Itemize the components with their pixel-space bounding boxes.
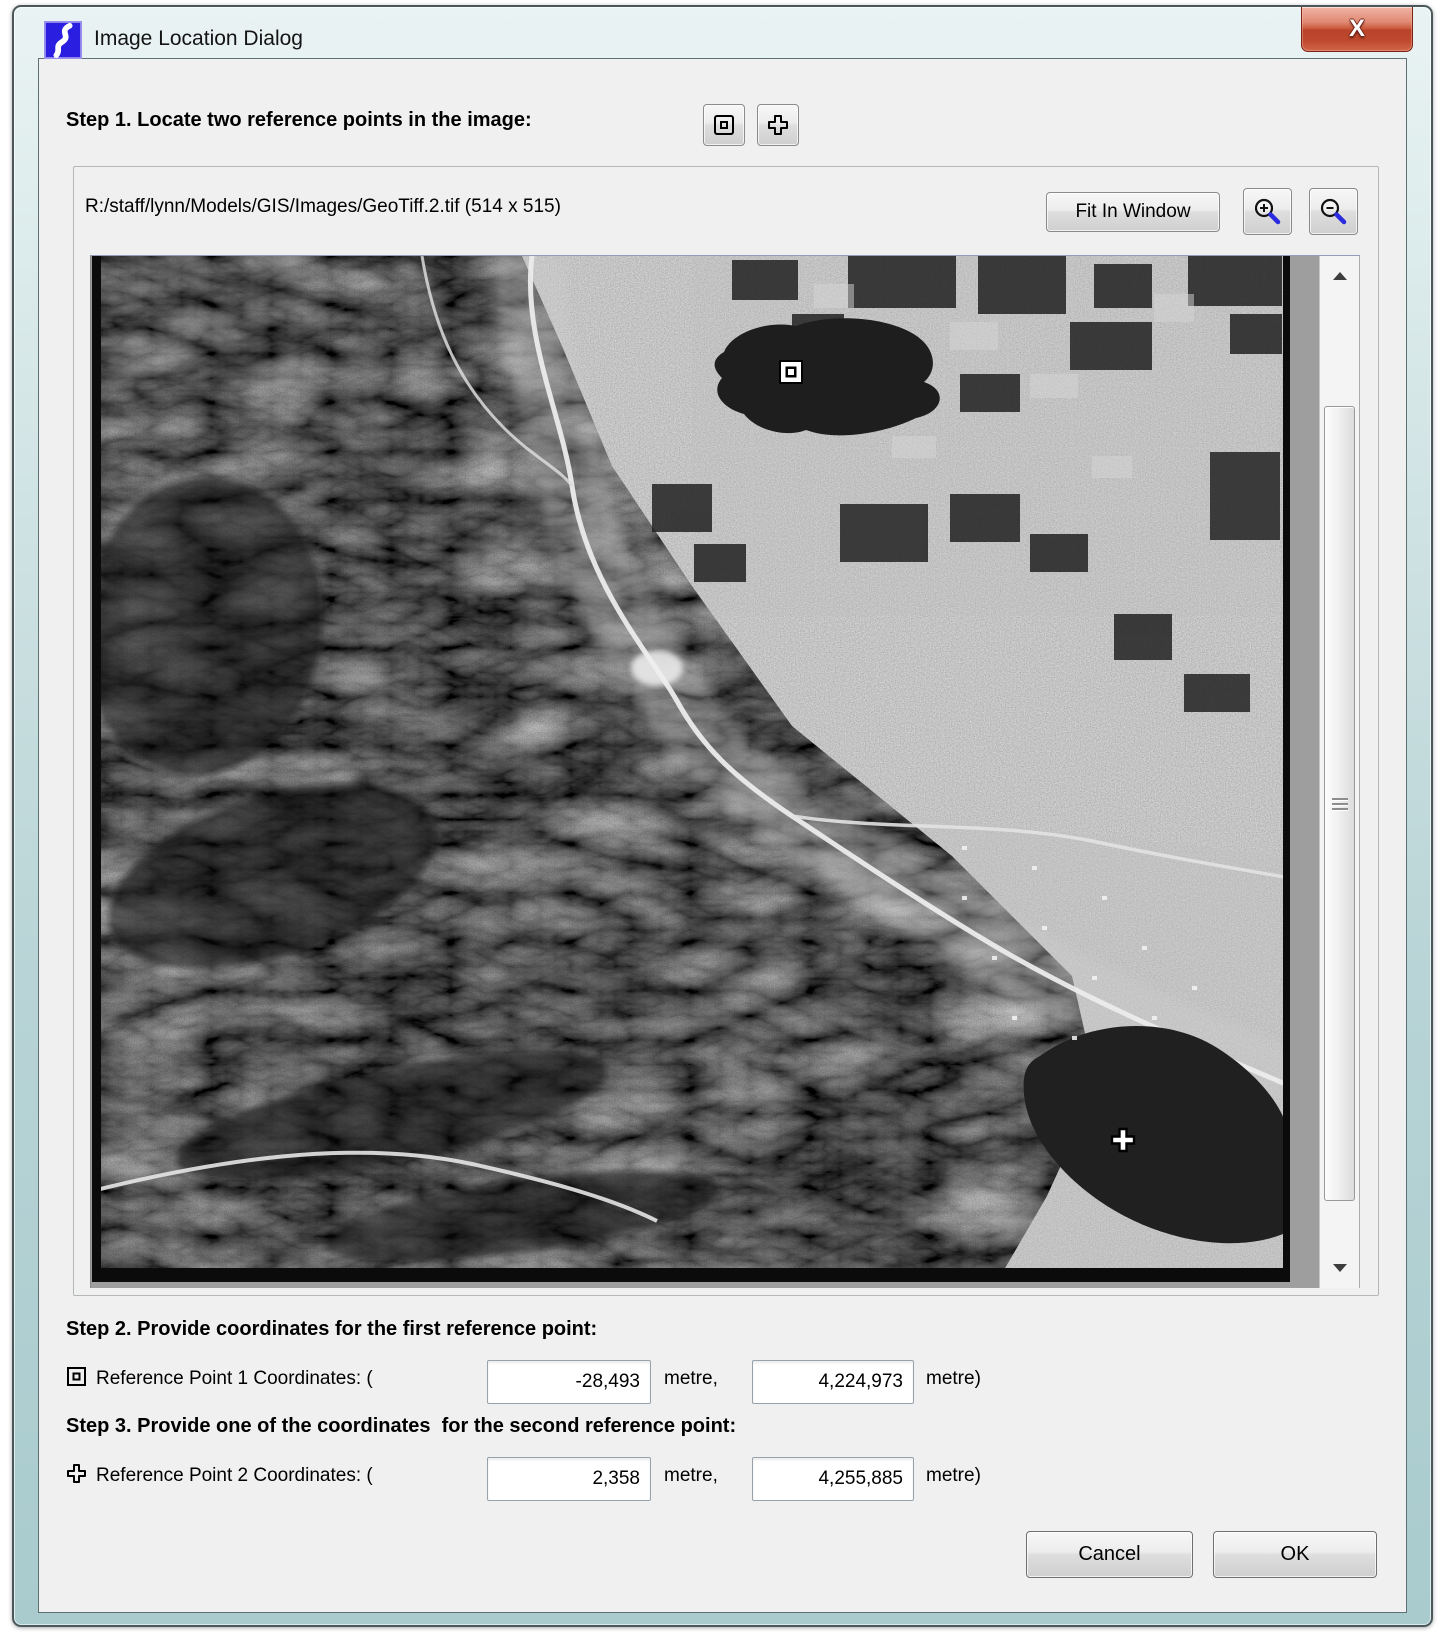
zoom-in-button[interactable] xyxy=(1243,188,1292,235)
scroll-down-arrow-icon[interactable] xyxy=(1333,1264,1347,1272)
lake-top xyxy=(715,318,940,435)
ref-point1-unit-end: metre) xyxy=(926,1368,981,1390)
satellite-image-canvas[interactable] xyxy=(92,256,1290,1282)
cross-marker-row-icon xyxy=(66,1463,87,1484)
scrollbar-thumb[interactable] xyxy=(1324,406,1355,1201)
ref-point1-y-input[interactable] xyxy=(752,1360,914,1404)
square-marker-icon xyxy=(711,112,737,138)
scrollbar-grip-icon xyxy=(1332,795,1348,813)
window-title: Image Location Dialog xyxy=(94,27,303,51)
square-marker-row-icon xyxy=(66,1366,87,1387)
ref-point1-x-input[interactable] xyxy=(487,1360,651,1404)
app-river-logo-icon xyxy=(44,21,82,59)
ref-point1-unit-mid: metre, xyxy=(664,1368,718,1390)
ref-point2-y-input[interactable] xyxy=(752,1457,914,1501)
magnifier-minus-icon xyxy=(1318,196,1349,227)
fit-in-window-button[interactable]: Fit In Window xyxy=(1046,192,1220,232)
magnifier-plus-icon xyxy=(1252,196,1283,227)
scroll-up-arrow-icon[interactable] xyxy=(1333,272,1347,280)
step3-heading: Step 3. Provide one of the coordinates f… xyxy=(66,1415,736,1438)
ok-button[interactable]: OK xyxy=(1213,1531,1377,1578)
square-marker-tool-button[interactable] xyxy=(703,104,745,146)
cancel-button[interactable]: Cancel xyxy=(1026,1531,1193,1578)
ref-point2-label: Reference Point 2 Coordinates: ( xyxy=(96,1465,373,1487)
fit-in-window-label: Fit In Window xyxy=(1075,201,1190,223)
zoom-out-button[interactable] xyxy=(1309,188,1358,235)
ok-button-label: OK xyxy=(1281,1543,1310,1566)
step2-heading: Step 2. Provide coordinates for the firs… xyxy=(66,1318,597,1341)
step1-heading: Step 1. Locate two reference points in t… xyxy=(66,109,532,132)
ref-point2-x-input[interactable] xyxy=(487,1457,651,1501)
cancel-button-label: Cancel xyxy=(1078,1543,1140,1566)
image-viewport xyxy=(90,255,1360,1288)
image-file-path: R:/staff/lynn/Models/GIS/Images/GeoTiff.… xyxy=(85,196,561,218)
vertical-scrollbar[interactable] xyxy=(1319,256,1360,1288)
ref-point2-unit-end: metre) xyxy=(926,1465,981,1487)
cross-marker-icon xyxy=(765,112,791,138)
ref-point1-label: Reference Point 1 Coordinates: ( xyxy=(96,1368,373,1390)
close-icon: X xyxy=(1349,17,1365,41)
cross-marker-tool-button[interactable] xyxy=(757,104,799,146)
reference-point1-square-marker[interactable] xyxy=(779,360,803,384)
close-button[interactable]: X xyxy=(1301,7,1413,52)
ref-point2-unit-mid: metre, xyxy=(664,1465,718,1487)
